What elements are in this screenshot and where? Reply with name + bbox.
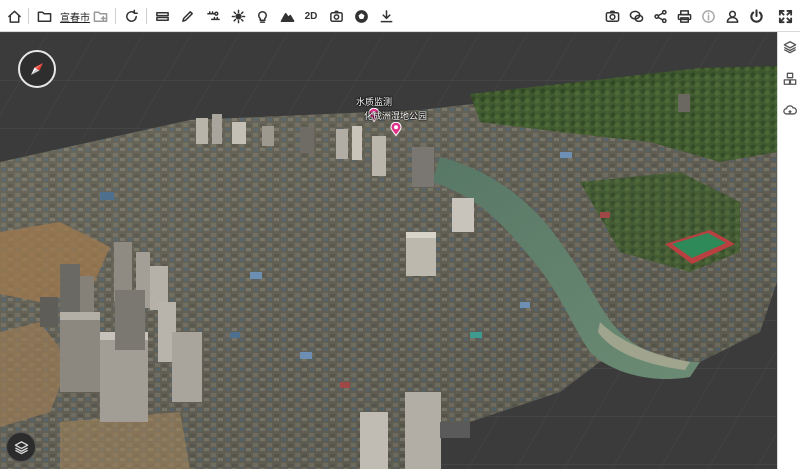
sun-icon[interactable] [227, 5, 249, 27]
app-window: 宣春市 2D 水质监测 化成洲湿地公园 [0, 0, 800, 469]
map-viewport[interactable]: 水质监测 化成洲湿地公园 [0, 32, 777, 469]
compass-button[interactable] [18, 50, 56, 88]
cubes-icon[interactable] [780, 69, 799, 88]
mode-2d-label: 2D [304, 10, 318, 22]
top-toolbar: 宣春市 2D [0, 0, 800, 32]
layers-stack-icon[interactable] [151, 5, 173, 27]
camera-icon[interactable] [601, 5, 623, 27]
compass-needle-icon [31, 63, 43, 75]
folder-open-icon[interactable] [33, 5, 55, 27]
basemap-layers-button[interactable] [6, 432, 36, 462]
download-icon[interactable] [375, 5, 397, 27]
cloud-icon[interactable] [780, 100, 799, 119]
terrain-icon[interactable] [276, 5, 298, 27]
power-icon[interactable] [745, 5, 767, 27]
poi-wetland-park[interactable]: 化成洲湿地公园 [364, 109, 427, 136]
toolbar-divider [146, 8, 147, 24]
toolbar-divider [28, 8, 29, 24]
layers-icon[interactable] [780, 37, 799, 56]
share-icon[interactable] [649, 5, 671, 27]
measure-icon[interactable] [202, 5, 224, 27]
poi-label: 化成洲湿地公园 [364, 111, 428, 121]
fullscreen-icon[interactable] [774, 5, 796, 27]
mode-2d-button[interactable]: 2D [300, 5, 322, 27]
home-icon[interactable] [3, 5, 25, 27]
soccer-ball-icon[interactable] [350, 5, 372, 27]
poi-label: 水质监测 [356, 97, 393, 107]
toolbar-divider [115, 8, 116, 24]
print-icon[interactable] [673, 5, 695, 27]
info-icon[interactable] [697, 5, 719, 27]
refresh-icon[interactable] [120, 5, 142, 27]
user-icon[interactable] [721, 5, 743, 27]
pencil-icon[interactable] [176, 5, 198, 27]
folder-add-icon[interactable] [89, 5, 111, 27]
right-sidebar [777, 32, 800, 469]
chat-icon[interactable] [625, 5, 647, 27]
bulb-icon[interactable] [251, 5, 273, 27]
location-link[interactable]: 宣春市 [60, 9, 90, 24]
screenshot-icon[interactable] [325, 5, 347, 27]
layers-icon [14, 440, 28, 454]
map-pin-icon [389, 122, 402, 136]
